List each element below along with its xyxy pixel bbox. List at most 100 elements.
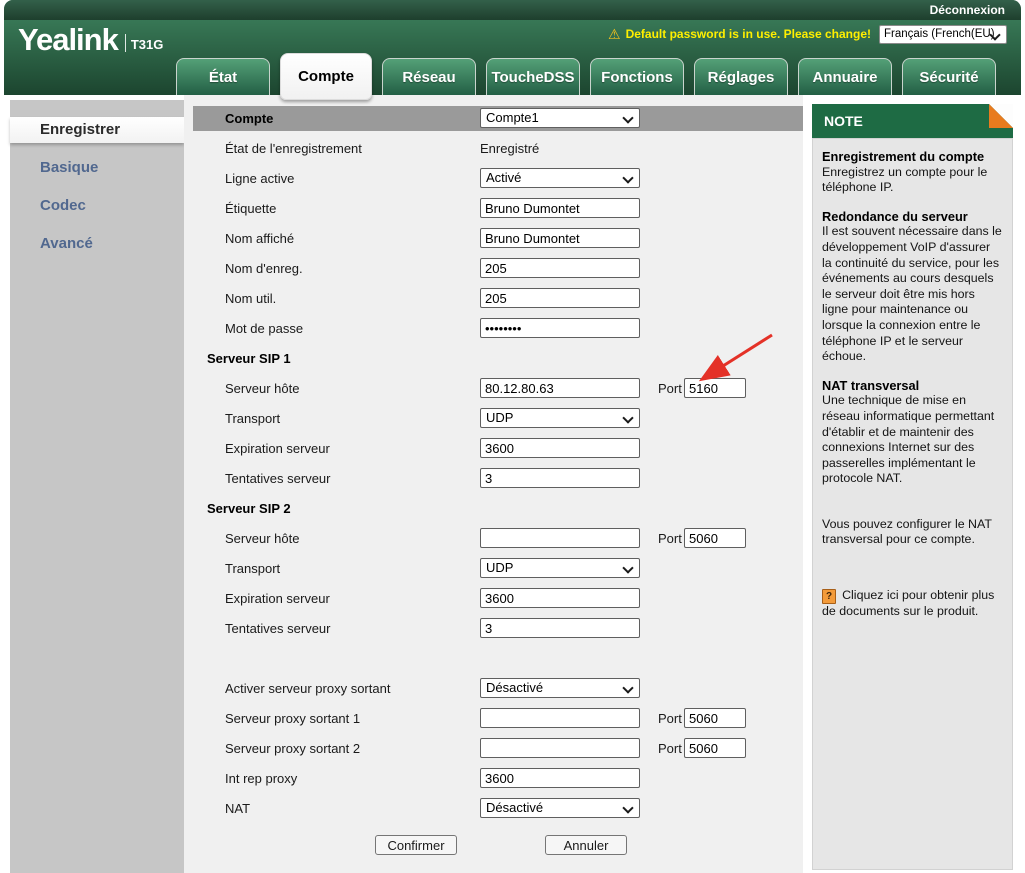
sip1-tentatives-row: Tentatives serveur: [184, 463, 803, 493]
form-rows: État de l'enregistrement Enregistré Lign…: [184, 133, 803, 823]
model-name: T31G: [130, 37, 164, 52]
action-buttons: Confirmer Annuler: [184, 835, 803, 857]
tab-touchedss[interactable]: ToucheDSS: [486, 58, 580, 95]
top-strip: Déconnexion: [4, 0, 1021, 20]
note-tip-text[interactable]: Cliquez ici pour obtenir plus de documen…: [822, 588, 994, 618]
sip2-expiration-row: Expiration serveur: [184, 583, 803, 613]
account-select[interactable]: Compte1: [480, 108, 640, 128]
sidebar-item-enregistrer[interactable]: Enregistrer: [10, 117, 184, 143]
nom-util-row: Nom util.: [184, 283, 803, 313]
nom-enreg-input[interactable]: [480, 258, 640, 278]
sip2-transport-select[interactable]: UDP: [480, 558, 640, 578]
chevron-down-icon: [622, 172, 634, 184]
logo-divider: [124, 34, 126, 52]
password-warning: ⚠ Default password is in use. Please cha…: [608, 27, 871, 41]
sip1-transport-select[interactable]: UDP: [480, 408, 640, 428]
sip2-transport-row: Transport UDP: [184, 553, 803, 583]
int-rep-proxy-row: Int rep proxy: [184, 763, 803, 793]
ligne-active-select[interactable]: Activé: [480, 168, 640, 188]
ligne-active-row: Ligne active Activé: [184, 163, 803, 193]
sidebar-item-codec[interactable]: Codec: [10, 193, 184, 219]
chevron-down-icon: [622, 682, 634, 694]
header: Déconnexion Yealink T31G ⚠ Default passw…: [4, 0, 1021, 100]
note-tip: ? Cliquez ici pour obtenir plus de docume…: [822, 588, 1003, 620]
account-label: Compte: [225, 111, 274, 126]
confirm-button[interactable]: Confirmer: [375, 835, 457, 855]
note-header: NOTE: [812, 104, 1013, 138]
tab-etat[interactable]: État: [176, 58, 270, 95]
sip1-transport-row: Transport UDP: [184, 403, 803, 433]
note-heading-1: Enregistrement du compte: [822, 149, 985, 164]
proxy2-port-input[interactable]: [684, 738, 746, 758]
tab-securite[interactable]: Sécurité: [902, 58, 996, 95]
sip2-serveur-hote-row: Serveur hôte Port: [184, 523, 803, 553]
annotation-arrow: [698, 333, 773, 382]
note-heading-2: Redondance du serveur: [822, 208, 968, 224]
port-label: Port: [658, 531, 682, 546]
sip2-expiration-input[interactable]: [480, 588, 640, 608]
registration-status-row: État de l'enregistrement Enregistré: [225, 141, 540, 156]
language-value: Français (French(EU): [884, 28, 995, 40]
sip2-tentatives-row: Tentatives serveur: [184, 613, 803, 643]
nom-enreg-row: Nom d'enreg.: [184, 253, 803, 283]
sip1-tentatives-input[interactable]: [480, 468, 640, 488]
note-text-1: Enregistrez un compte pour le téléphone …: [822, 164, 988, 195]
tab-fonctions[interactable]: Fonctions: [590, 58, 684, 95]
etiquette-row: Étiquette: [184, 193, 803, 223]
nom-util-input[interactable]: [480, 288, 640, 308]
warning-text: Default password is in use. Please chang…: [625, 27, 871, 41]
nom-affiche-row: Nom affiché: [184, 223, 803, 253]
sip2-port-input[interactable]: [684, 528, 746, 548]
proxy-sortant-2-row: Serveur proxy sortant 2 Port: [184, 733, 803, 763]
tab-bar: État Compte Réseau ToucheDSS Fonctions R…: [176, 47, 996, 100]
nom-affiche-input[interactable]: [480, 228, 640, 248]
chevron-down-icon: [622, 562, 634, 574]
note-panel: Enregistrement du compte Enregistrez un …: [812, 138, 1013, 870]
chevron-down-icon: [622, 112, 634, 124]
main-content: Compte Compte1 État de l'enregistrement …: [184, 95, 803, 873]
chevron-down-icon: [622, 412, 634, 424]
proxy1-port-input[interactable]: [684, 708, 746, 728]
note-heading-3: NAT transversal: [822, 377, 920, 393]
proxy-sortant-1-row: Serveur proxy sortant 1 Port: [184, 703, 803, 733]
sidebar-item-avance[interactable]: Avancé: [10, 231, 184, 257]
sip1-serveur-hote-input[interactable]: [480, 378, 640, 398]
int-rep-proxy-input[interactable]: [480, 768, 640, 788]
sip1-expiration-row: Expiration serveur: [184, 433, 803, 463]
account-header-row: Compte Compte1: [193, 106, 803, 131]
nat-row: NAT Désactivé: [184, 793, 803, 823]
sidebar-item-basique[interactable]: Basique: [10, 155, 184, 181]
nat-select[interactable]: Désactivé: [480, 798, 640, 818]
account-select-value: Compte1: [486, 110, 539, 125]
brand-name: Yealink: [18, 22, 119, 57]
chevron-down-icon: [622, 802, 634, 814]
spacer-row: [184, 643, 803, 673]
note-text-3: Une technique de mise en réseau informat…: [822, 393, 995, 486]
note-title: NOTE: [824, 113, 863, 129]
port-label: Port: [658, 711, 682, 726]
tab-reseau[interactable]: Réseau: [382, 58, 476, 95]
sidebar: Enregistrer Basique Codec Avancé: [10, 100, 184, 873]
sip2-serveur-hote-input[interactable]: [480, 528, 640, 548]
tab-annuaire[interactable]: Annuaire: [798, 58, 892, 95]
etiquette-input[interactable]: [480, 198, 640, 218]
mot-de-passe-input[interactable]: [480, 318, 640, 338]
tab-reglages[interactable]: Réglages: [694, 58, 788, 95]
warning-icon: ⚠: [608, 26, 621, 42]
logout-link[interactable]: Déconnexion: [930, 3, 1005, 17]
port-label: Port: [658, 741, 682, 756]
proxy-sortant-1-input[interactable]: [480, 708, 640, 728]
cancel-button[interactable]: Annuler: [545, 835, 627, 855]
sip2-tentatives-input[interactable]: [480, 618, 640, 638]
proxy-sortant-enable-row: Activer serveur proxy sortant Désactivé: [184, 673, 803, 703]
port-label: Port: [658, 381, 682, 396]
registration-status-value: Enregistré: [480, 141, 540, 156]
language-select[interactable]: Français (French(EU): [879, 25, 1007, 44]
help-doc-icon[interactable]: ?: [822, 589, 837, 605]
section-serveur-sip-2: Serveur SIP 2: [207, 501, 291, 516]
tab-compte[interactable]: Compte: [280, 53, 372, 100]
sip1-expiration-input[interactable]: [480, 438, 640, 458]
note-text-2: Il est souvent nécessaire dans le dévelo…: [822, 224, 1002, 364]
proxy-sortant-enable-select[interactable]: Désactivé: [480, 678, 640, 698]
proxy-sortant-2-input[interactable]: [480, 738, 640, 758]
